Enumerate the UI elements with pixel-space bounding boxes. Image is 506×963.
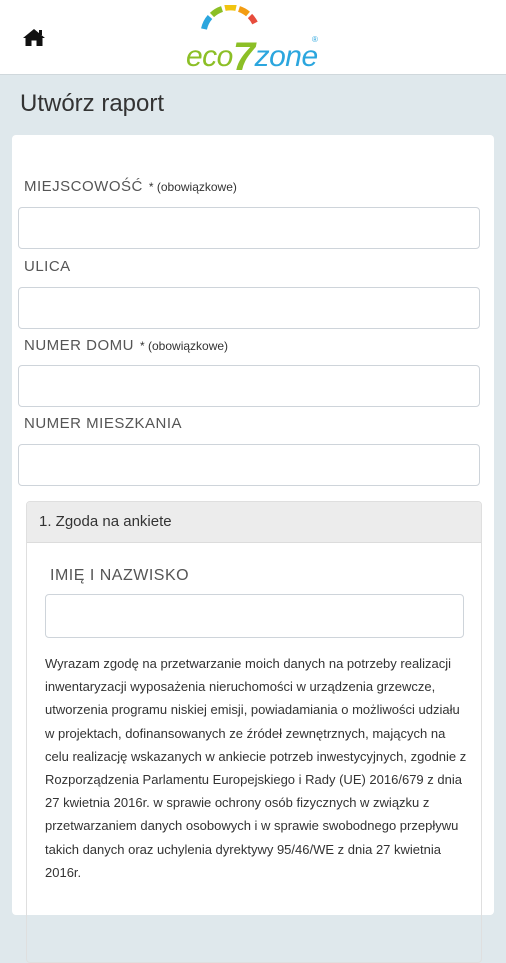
- house-number-input[interactable]: [18, 365, 480, 407]
- apartment-number-input[interactable]: [18, 444, 480, 486]
- street-input[interactable]: [18, 287, 480, 329]
- full-name-input[interactable]: [45, 594, 464, 638]
- full-name-label: IMIĘ I NAZWISKO: [50, 567, 190, 584]
- consent-panel-header[interactable]: 1. Zgoda na ankiete: [27, 502, 481, 543]
- logo-zone-text: zone: [254, 40, 319, 73]
- city-label-text: MIEJSCOWOŚĆ: [24, 178, 143, 195]
- house-number-required-note: * (obowiązkowe): [140, 339, 229, 353]
- logo-registered-mark: ®: [312, 35, 318, 44]
- house-number-label-text: NUMER DOMU: [24, 337, 134, 354]
- logo-eco-text: eco: [186, 40, 233, 73]
- city-required-note: * (obowiązkowe): [148, 180, 237, 194]
- city-input[interactable]: [18, 207, 480, 249]
- street-label-text: ULICA: [24, 258, 71, 275]
- top-bar: eco7zone ®: [0, 0, 506, 79]
- apartment-number-label-text: NUMER MIESZKANIA: [24, 415, 183, 432]
- house-number-label: NUMER DOMU * (obowiązkowe): [24, 337, 228, 354]
- street-label: ULICA: [24, 258, 71, 275]
- home-icon: [23, 29, 45, 46]
- consent-panel: 1. Zgoda na ankiete IMIĘ I NAZWISKO Wyra…: [26, 501, 482, 963]
- consent-panel-title: 1. Zgoda na ankiete: [39, 513, 172, 530]
- home-button[interactable]: [22, 27, 46, 47]
- report-form-card: MIEJSCOWOŚĆ * (obowiązkowe) ULICA NUMER D…: [12, 135, 494, 963]
- logo-arc-icon: [201, 5, 258, 30]
- page-title: Utwórz raport: [20, 90, 165, 117]
- consent-text: Wyrazam zgodę na przetwarzanie moich dan…: [45, 656, 467, 880]
- eco7zone-logo: eco7zone ®: [186, 5, 326, 79]
- city-label: MIEJSCOWOŚĆ * (obowiązkowe): [24, 178, 237, 195]
- apartment-number-label: NUMER MIESZKANIA: [24, 415, 182, 432]
- logo-seven-text: 7: [232, 35, 255, 79]
